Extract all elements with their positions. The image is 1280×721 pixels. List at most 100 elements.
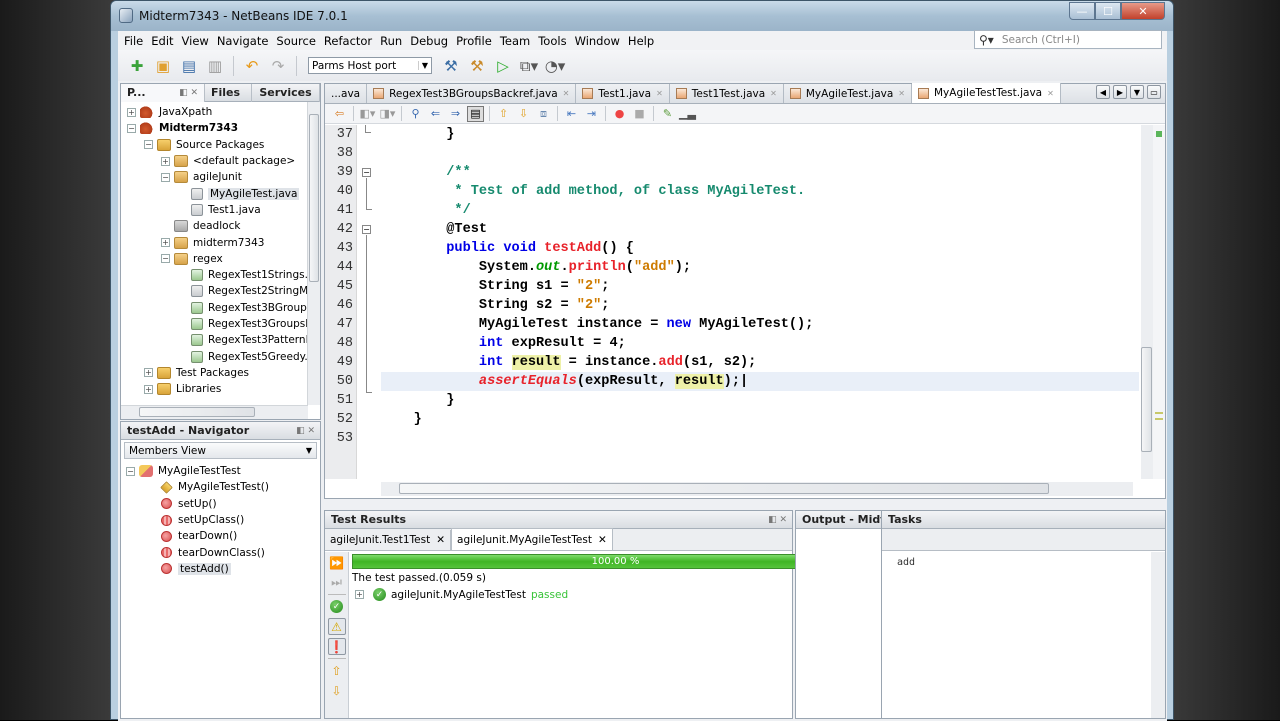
show-errors-icon[interactable]: ❗: [327, 638, 346, 655]
tab-services[interactable]: Services: [252, 83, 320, 102]
tree-node[interactable]: RegexTest3GroupsBa: [121, 316, 320, 332]
start-macro-icon[interactable]: ●: [611, 106, 628, 122]
minimize-close-icons[interactable]: ◧ ✕: [768, 515, 792, 525]
menu-tools[interactable]: Tools: [534, 34, 570, 48]
editor-tab[interactable]: RegexTest3BGroupsBackref.java ✕: [367, 84, 577, 103]
projects-vertical-scrollbar[interactable]: [307, 102, 320, 405]
menu-debug[interactable]: Debug: [406, 34, 452, 48]
members-view-select[interactable]: Members View ▼: [124, 442, 317, 459]
toggle-highlight-icon[interactable]: ▤: [467, 105, 484, 122]
show-passed-icon[interactable]: ✓: [328, 598, 346, 615]
member-item[interactable]: setUp(): [121, 496, 320, 512]
tree-node[interactable]: Test1.java: [121, 202, 320, 218]
comment-icon[interactable]: ✎: [659, 106, 676, 122]
menu-file[interactable]: File: [120, 34, 147, 48]
find-previous-icon[interactable]: ⇐: [427, 106, 444, 122]
open-project-icon[interactable]: ▤: [178, 55, 200, 77]
projects-horizontal-scrollbar[interactable]: [121, 405, 308, 419]
test-result-tab[interactable]: agileJunit.MyAgileTestTest ✕: [451, 528, 613, 550]
rerun-failed-icon[interactable]: ⏭: [328, 574, 346, 591]
menu-edit[interactable]: Edit: [147, 34, 177, 48]
occurrence-marker[interactable]: [1155, 418, 1163, 420]
shift-right-icon[interactable]: ⇥: [583, 106, 600, 122]
expand-icon[interactable]: +: [127, 107, 136, 117]
collapse-icon[interactable]: −: [161, 172, 170, 182]
collapse-icon[interactable]: −: [144, 140, 153, 150]
menu-help[interactable]: Help: [624, 34, 658, 48]
tree-node[interactable]: RegexTest2StringMa: [121, 283, 320, 299]
code-area[interactable]: } /** * Test of add method, of class MyA…: [381, 125, 1139, 479]
previous-bookmark-icon[interactable]: ⇧: [495, 106, 512, 122]
run-icon[interactable]: ▷: [492, 55, 514, 77]
close-tab-icon[interactable]: ✕: [436, 534, 445, 546]
test-suite-row[interactable]: + ✓ agileJunit.MyAgileTestTest passed: [355, 588, 568, 601]
next-bookmark-icon[interactable]: ⇩: [515, 106, 532, 122]
tab-files[interactable]: Files: [205, 83, 252, 102]
editor-tab[interactable]: MyAgileTest.java ✕: [784, 84, 912, 103]
tree-node[interactable]: + Test Packages: [121, 365, 320, 381]
tree-node[interactable]: − regex: [121, 251, 320, 267]
editor-tab[interactable]: Test1.java ✕: [576, 84, 670, 103]
close-tab-icon[interactable]: ✕: [1047, 89, 1054, 98]
toggle-bookmark-icon[interactable]: ⧈: [535, 106, 552, 122]
menu-refactor[interactable]: Refactor: [320, 34, 376, 48]
output-vertical-scrollbar[interactable]: [1151, 552, 1165, 718]
tree-node[interactable]: RegexTest3BGroupsE: [121, 300, 320, 316]
redo-icon[interactable]: ↷: [267, 55, 289, 77]
minimize-close-icons[interactable]: ◧ ✕: [179, 88, 198, 98]
member-item[interactable]: MyAgileTestTest(): [121, 479, 320, 495]
expand-icon[interactable]: +: [161, 238, 170, 248]
next-failure-icon[interactable]: ⇩: [328, 682, 346, 699]
minimize-close-icons[interactable]: ◧ ✕: [296, 426, 320, 436]
build-hammer-icon[interactable]: ⚒: [440, 55, 462, 77]
editor-tab[interactable]: ...ava: [325, 84, 368, 103]
close-tab-icon[interactable]: ✕: [563, 89, 570, 98]
previous-failure-icon[interactable]: ⇧: [328, 662, 346, 679]
show-failures-icon[interactable]: ⚠: [327, 618, 346, 635]
member-item[interactable]: setUpClass(): [121, 512, 320, 528]
maximize-window-icon[interactable]: ▭: [1147, 85, 1161, 99]
undo-icon[interactable]: ↶: [241, 55, 263, 77]
test-result-tab[interactable]: agileJunit.Test1Test ✕: [325, 530, 452, 550]
clean-build-icon[interactable]: ⚒: [466, 55, 488, 77]
tree-node[interactable]: RegexTest1Strings.ja: [121, 267, 320, 283]
member-item[interactable]: tearDownClass(): [121, 544, 320, 560]
tree-node[interactable]: RegexTest3PatternM: [121, 332, 320, 348]
fold-collapse-icon[interactable]: −: [362, 168, 371, 177]
expand-icon[interactable]: +: [144, 368, 153, 378]
fold-collapse-icon[interactable]: −: [362, 225, 371, 234]
expand-icon[interactable]: +: [355, 590, 364, 599]
class-node[interactable]: − MyAgileTestTest: [121, 463, 320, 479]
uncomment-icon[interactable]: ▁▃: [679, 106, 696, 122]
tree-node[interactable]: MyAgileTest.java: [121, 185, 320, 201]
member-item[interactable]: testAdd(): [121, 561, 320, 577]
menu-run[interactable]: Run: [376, 34, 406, 48]
new-project-icon[interactable]: ▣: [152, 55, 174, 77]
collapse-icon[interactable]: −: [126, 466, 135, 476]
expand-icon[interactable]: +: [161, 156, 170, 166]
tree-node[interactable]: deadlock: [121, 218, 320, 234]
maximize-button[interactable]: ☐: [1095, 2, 1121, 20]
menu-view[interactable]: View: [178, 34, 213, 48]
scroll-thumb[interactable]: [139, 407, 255, 417]
debug-icon[interactable]: ⧉▾: [518, 55, 540, 77]
new-file-icon[interactable]: ✚: [126, 55, 148, 77]
close-tab-icon[interactable]: ✕: [598, 534, 607, 546]
menu-profile[interactable]: Profile: [452, 34, 496, 48]
tree-node[interactable]: + Libraries: [121, 381, 320, 397]
tree-node[interactable]: − agileJunit: [121, 169, 320, 185]
last-edit-icon[interactable]: ⇦: [331, 106, 348, 122]
scroll-tabs-left-icon[interactable]: ◀: [1096, 85, 1110, 99]
collapse-icon[interactable]: −: [127, 123, 136, 133]
find-icon[interactable]: ⚲: [407, 106, 424, 122]
close-button[interactable]: ✕: [1121, 2, 1165, 20]
close-project-icon[interactable]: ▥: [204, 55, 226, 77]
back-icon[interactable]: ◧▾: [359, 106, 376, 122]
tree-node[interactable]: − Midterm7343: [121, 120, 320, 136]
menu-source[interactable]: Source: [272, 34, 320, 48]
profile-icon[interactable]: ◔▾: [544, 55, 566, 77]
shift-left-icon[interactable]: ⇤: [563, 106, 580, 122]
tree-node[interactable]: + <default package>: [121, 153, 320, 169]
show-opened-documents-icon[interactable]: ▼: [1130, 85, 1144, 99]
menu-team[interactable]: Team: [496, 34, 534, 48]
